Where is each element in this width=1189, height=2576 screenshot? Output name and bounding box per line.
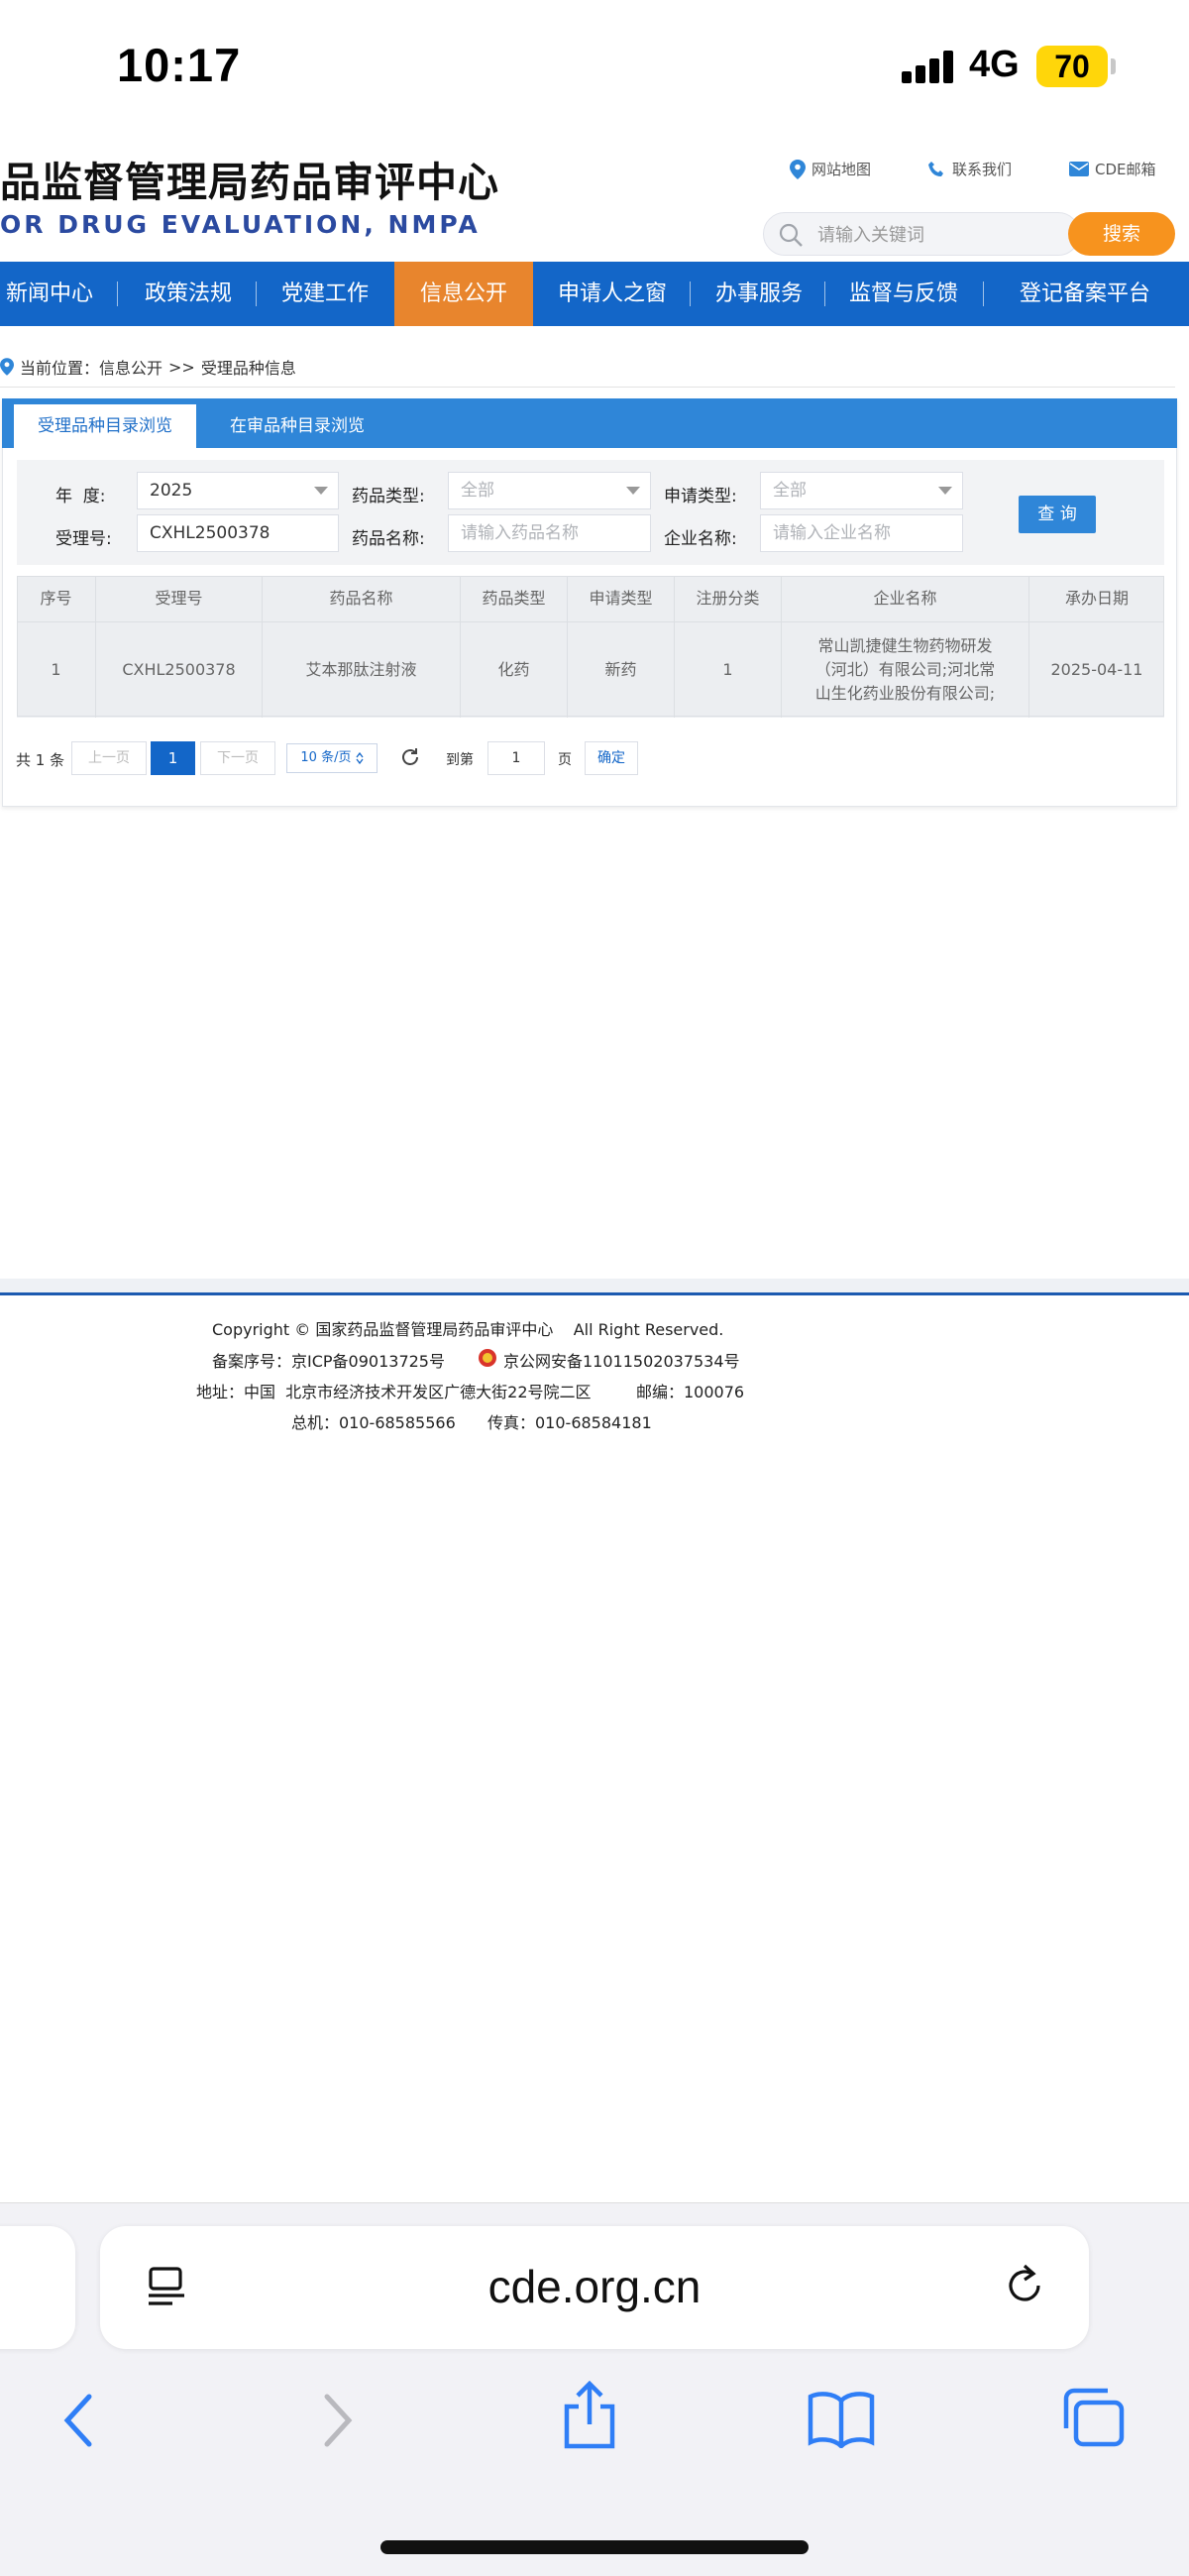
year-select[interactable]: 2025	[137, 472, 339, 509]
sitemap-label: 网站地图	[811, 161, 872, 178]
goto-label: 到第	[446, 752, 474, 768]
footer-phone: 总机：010-68585566	[291, 1413, 456, 1432]
footer-address: 地址：中国 北京市经济技术开发区广德大街22号院二区	[196, 1383, 592, 1401]
prev-page-button[interactable]: 上一页	[71, 741, 147, 775]
accept-no-input[interactable]: CXHL2500378	[137, 514, 339, 552]
reload-icon[interactable]	[1003, 2260, 1048, 2309]
pagination-total: 共 1 条	[16, 751, 65, 769]
chevron-down-icon	[314, 487, 328, 495]
site-search-box	[763, 212, 1080, 257]
drug-type-select[interactable]: 全部	[448, 472, 651, 509]
breadcrumb-prefix[interactable]: 当前位置：信息公开	[20, 355, 162, 379]
search-icon	[779, 223, 803, 247]
footer-top-line	[0, 1292, 1189, 1295]
nav-applicant[interactable]: 申请人之窗	[543, 262, 682, 326]
table-border	[17, 576, 1164, 717]
mail-label: CDE邮箱	[1095, 161, 1156, 178]
nav-party[interactable]: 党建工作	[266, 262, 384, 326]
page-size-value: 10 条/页	[300, 750, 352, 765]
drug-type-label: 药品类型:	[352, 487, 425, 506]
nav-separator	[117, 281, 118, 306]
breadcrumb-separator: >>	[168, 357, 195, 377]
drug-name-input[interactable]: 请输入药品名称	[448, 514, 651, 552]
phone-icon	[928, 161, 943, 176]
footer-postcode: 邮编：100076	[636, 1383, 745, 1401]
breadcrumb-divider	[0, 387, 1175, 388]
page-size-select[interactable]: 10 条/页	[286, 743, 378, 773]
battery-icon: 70	[1036, 46, 1108, 87]
nav-info-public[interactable]: 信息公开	[394, 262, 533, 326]
forward-icon[interactable]	[321, 2393, 357, 2448]
chevron-down-icon	[626, 487, 640, 495]
share-icon[interactable]	[561, 2381, 618, 2450]
nav-separator	[690, 281, 691, 306]
company-input[interactable]: 请输入企业名称	[760, 514, 963, 552]
site-title: 品监督管理局药品审评中心	[0, 159, 499, 206]
home-indicator	[380, 2540, 809, 2554]
up-down-icon	[356, 751, 364, 764]
drug-name-label: 药品名称:	[352, 529, 425, 549]
apply-type-select[interactable]: 全部	[760, 472, 963, 509]
footer-copyright: Copyright © 国家药品监督管理局药品审评中心 All Right Re…	[212, 1320, 724, 1339]
company-label: 企业名称:	[664, 529, 737, 549]
sitemap-link[interactable]: 网站地图	[790, 159, 871, 179]
next-page-button[interactable]: 下一页	[200, 741, 275, 775]
apply-type-label: 申请类型:	[664, 487, 737, 506]
accept-no-label: 受理号:	[55, 529, 112, 549]
tab-bar: 受理品种目录浏览 在审品种目录浏览	[2, 398, 1177, 448]
back-icon[interactable]	[59, 2393, 95, 2448]
footer-band	[0, 1279, 1189, 1292]
confirm-goto-button[interactable]: 确定	[585, 741, 638, 775]
police-badge-icon	[479, 1349, 496, 1367]
site-search-input[interactable]	[815, 213, 1047, 257]
footer-fax: 传真：010-68584181	[487, 1413, 652, 1432]
tabs-icon[interactable]	[1060, 2387, 1126, 2448]
location-pin-icon	[790, 159, 806, 179]
breadcrumb-current: 受理品种信息	[200, 359, 296, 378]
status-time: 10:17	[117, 39, 242, 91]
search-button[interactable]: 搜索	[1068, 212, 1175, 256]
query-button[interactable]: 查 询	[1019, 496, 1096, 533]
battery-tip	[1111, 58, 1116, 74]
nav-registration[interactable]: 登记备案平台	[1001, 262, 1169, 326]
bookmarks-icon[interactable]	[807, 2389, 876, 2448]
nav-separator	[256, 281, 257, 306]
nav-news[interactable]: 新闻中心	[0, 262, 99, 326]
contact-link[interactable]: 联系我们	[928, 159, 1012, 179]
year-label: 年 度:	[55, 487, 106, 506]
contact-label: 联系我们	[952, 161, 1013, 178]
tab-under-review-catalog[interactable]: 在审品种目录浏览	[208, 404, 386, 448]
current-page[interactable]: 1	[151, 741, 195, 775]
drug-type-value: 全部	[461, 481, 494, 501]
year-value: 2025	[150, 481, 193, 501]
nav-services[interactable]: 办事服务	[700, 262, 818, 326]
nav-separator	[824, 281, 825, 306]
refresh-icon[interactable]	[398, 745, 422, 769]
mail-icon	[1069, 162, 1089, 176]
network-type: 4G	[969, 44, 1020, 85]
footer-police-record[interactable]: 京公网安备11011502037534号	[503, 1348, 740, 1372]
mail-link[interactable]: CDE邮箱	[1069, 159, 1156, 179]
page-unit-label: 页	[558, 752, 572, 768]
nav-separator	[983, 281, 984, 306]
goto-page-input[interactable]: 1	[487, 741, 545, 775]
tab-accepted-catalog[interactable]: 受理品种目录浏览	[14, 404, 196, 448]
location-pin-icon	[0, 358, 14, 376]
signal-icon	[902, 50, 957, 83]
apply-type-value: 全部	[773, 481, 807, 501]
site-subtitle: OR DRUG EVALUATION, NMPA	[0, 210, 481, 239]
main-nav: 新闻中心 政策法规 党建工作 信息公开 申请人之窗 办事服务 监督与反馈 登记备…	[0, 262, 1189, 326]
breadcrumb: 当前位置：信息公开 >> 受理品种信息	[0, 355, 296, 379]
footer-icp[interactable]: 备案序号：京ICP备09013725号	[212, 1348, 445, 1372]
nav-supervision[interactable]: 监督与反馈	[834, 262, 973, 326]
chevron-down-icon	[938, 487, 952, 495]
nav-policy[interactable]: 政策法规	[129, 262, 248, 326]
